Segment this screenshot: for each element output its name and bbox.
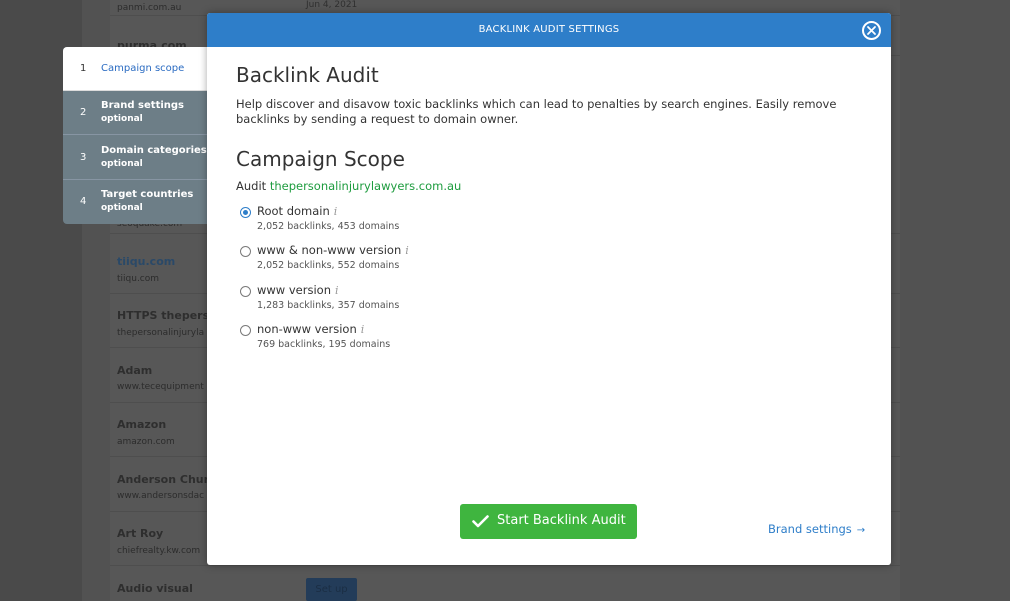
list-item-name: Amazon [117,418,167,431]
list-item-name: Adam [117,364,153,377]
option-label: www & non-www version i [257,243,409,257]
list-item-url: thepersonalinjuryla [117,328,205,338]
close-button[interactable] [862,21,881,40]
step-number: 1 [80,63,87,74]
section-title: Campaign Scope [236,147,405,171]
radio-button[interactable] [240,207,251,218]
modal-header: BACKLINK AUDIT SETTINGS [207,13,891,47]
step-title: Target countries [101,189,194,200]
checkmark-icon [472,515,489,528]
list-item-name: Anderson Churc [117,473,216,486]
option-stats: 1,283 backlinks, 357 domains [257,300,400,311]
radio-button[interactable] [240,286,251,297]
option-stats: 2,052 backlinks, 552 domains [257,260,400,271]
scope-option-www[interactable]: www version i 1,283 backlinks, 357 domain… [240,281,560,315]
list-item-name: Audio visual [117,582,193,595]
page-title: Backlink Audit [236,63,379,87]
info-icon[interactable]: i [361,323,365,336]
option-label: www version i [257,283,339,297]
modal-title: BACKLINK AUDIT SETTINGS [478,24,620,35]
list-item-url: www.tecequipment [117,382,204,392]
wizard-steps: 1 Campaign scope 2 Brand settings option… [63,47,209,224]
info-icon[interactable]: i [335,284,339,297]
scope-option-www-non-www[interactable]: www & non-www version i 2,052 backlinks, … [240,241,560,275]
list-item-url: panmi.com.au [117,3,182,13]
step-domain-categories[interactable]: 3 Domain categories optional [63,136,209,180]
list-item-date: Jun 4, 2021 [306,0,358,10]
step-title: Brand settings [101,100,185,111]
step-optional-label: optional [101,114,143,124]
next-step-brand-settings-link[interactable]: Brand settings → [768,522,865,536]
option-label: non-www version i [257,322,365,336]
list-item-name: Art Roy [117,527,164,540]
audit-target: Audit thepersonalinjurylawyers.com.au [236,179,461,193]
arrow-right-icon: → [856,525,866,536]
step-optional-label: optional [101,159,143,169]
close-icon [867,26,876,35]
scope-option-non-www[interactable]: non-www version i 769 backlinks, 195 doma… [240,320,560,354]
list-item-name[interactable]: tiiqu.com [117,255,175,268]
step-title: Domain categories [101,145,207,156]
option-stats: 769 backlinks, 195 domains [257,339,391,350]
list-item-url: chiefrealty.kw.com [117,546,201,556]
description-text: Help discover and disavow toxic backlink… [236,97,837,126]
list-item-url: amazon.com [117,437,175,447]
audit-domain: thepersonalinjurylawyers.com.au [269,179,462,193]
scope-option-root-domain[interactable]: Root domain i 2,052 backlinks, 453 domain… [240,202,560,236]
step-optional-label: optional [101,203,143,213]
step-target-countries[interactable]: 4 Target countries optional [63,180,209,224]
step-brand-settings[interactable]: 2 Brand settings optional [63,91,209,135]
step-number: 2 [80,107,87,118]
list-item-url: tiiqu.com [117,274,160,284]
radio-button[interactable] [240,246,251,257]
list-item[interactable]: Audio visual [110,577,900,601]
option-stats: 2,052 backlinks, 453 domains [257,221,400,232]
info-icon[interactable]: i [405,244,409,257]
setup-button[interactable]: Set up [306,578,357,601]
option-label: Root domain i [257,204,338,218]
step-campaign-scope[interactable]: 1 Campaign scope [63,47,209,91]
backlink-audit-settings-modal: BACKLINK AUDIT SETTINGS Backlink Audit H… [207,13,891,565]
step-number: 4 [80,196,87,207]
info-icon[interactable]: i [334,205,338,218]
list-item-name: HTTPS theperso [117,309,217,322]
start-backlink-audit-button[interactable]: Start Backlink Audit [460,504,637,539]
step-title: Campaign scope [101,63,185,74]
list-item-url: www.andersonsdac [117,491,205,501]
radio-button[interactable] [240,325,251,336]
audit-prefix: Audit [236,179,267,193]
start-button-label: Start Backlink Audit [497,513,626,528]
step-number: 3 [80,152,87,163]
